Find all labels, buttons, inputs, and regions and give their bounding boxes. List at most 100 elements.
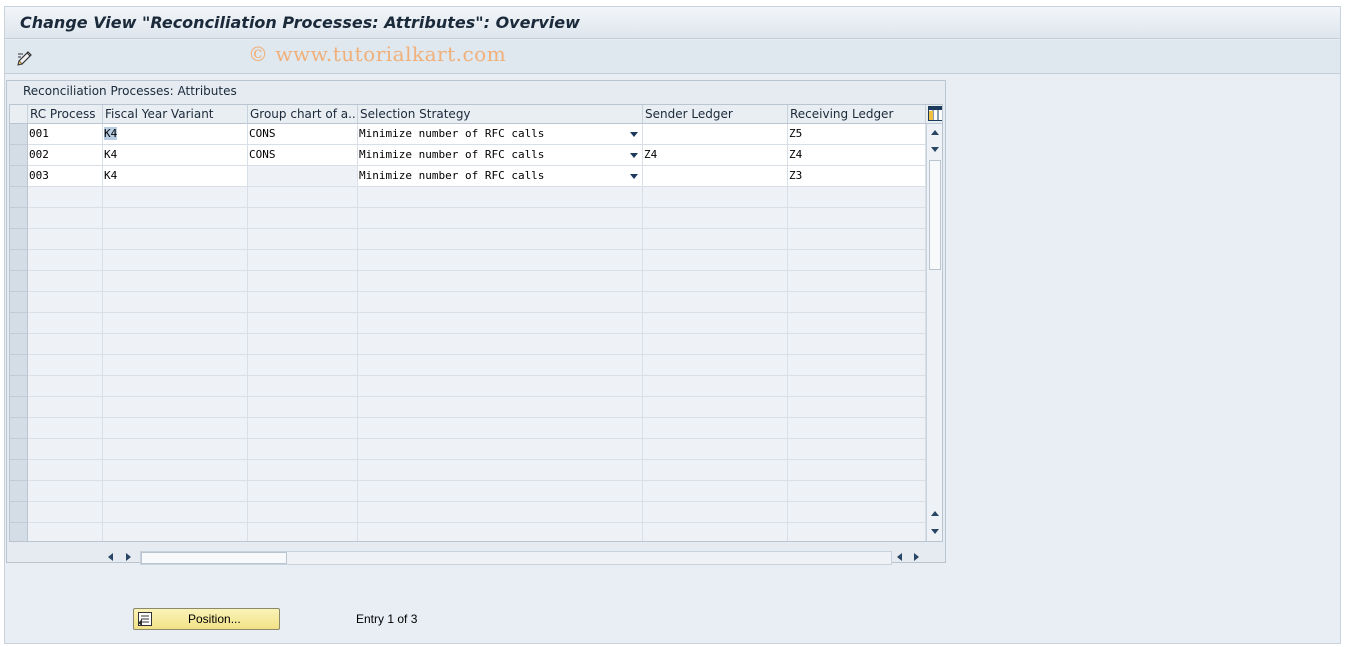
fiscal-year-variant-cell-value: K4 — [104, 127, 118, 140]
rc-process-cell[interactable]: 003 — [28, 166, 103, 187]
table-control-panel: Reconciliation Processes: Attributes RC … — [6, 80, 946, 565]
row-selector[interactable] — [10, 208, 28, 229]
row-selector[interactable] — [10, 502, 28, 523]
rc-process-cell[interactable]: 001 — [28, 124, 103, 145]
row-selector[interactable] — [10, 313, 28, 334]
column-header-rc-process[interactable]: RC Process — [28, 105, 103, 124]
row-selector[interactable] — [10, 229, 28, 250]
horizontal-scroll-thumb[interactable] — [141, 552, 287, 564]
selection-strategy-cell — [358, 376, 643, 397]
rc-process-cell-value: 003 — [29, 169, 49, 182]
column-header-group-chart[interactable]: Group chart of a... — [248, 105, 358, 124]
dropdown-arrow-icon[interactable] — [630, 132, 638, 137]
table-row[interactable]: 003 K4 Minimize number of RFC calls Z3 — [10, 166, 926, 187]
sender-ledger-cell[interactable]: Z4 — [643, 145, 788, 166]
sender-ledger-cell — [643, 376, 788, 397]
row-selector[interactable] — [10, 523, 28, 541]
group-chart-cell[interactable]: CONS — [248, 145, 358, 166]
row-selector[interactable] — [10, 460, 28, 481]
selection-strategy-cell[interactable]: Minimize number of RFC calls — [358, 124, 643, 145]
sender-ledger-cell[interactable] — [643, 166, 788, 187]
row-selector[interactable] — [10, 481, 28, 502]
sender-ledger-cell — [643, 229, 788, 250]
column-scroll-right-icon[interactable] — [126, 553, 131, 561]
selection-strategy-cell-value: Minimize number of RFC calls — [359, 148, 545, 161]
selection-strategy-cell — [358, 439, 643, 460]
table-row[interactable]: 001 K4 CONS Minimize number of RFC calls Z5 — [10, 124, 926, 145]
row-selector[interactable] — [10, 439, 28, 460]
selection-strategy-cell[interactable]: Minimize number of RFC calls — [358, 145, 643, 166]
group-chart-cell — [248, 292, 358, 313]
row-selector[interactable] — [10, 397, 28, 418]
rc-process-cell — [28, 292, 103, 313]
selection-strategy-cell-value: Minimize number of RFC calls — [359, 127, 545, 140]
group-chart-cell[interactable] — [248, 166, 358, 187]
row-selector[interactable] — [10, 418, 28, 439]
rc-process-cell — [28, 229, 103, 250]
receiving-ledger-cell — [788, 187, 926, 208]
rc-process-cell — [28, 439, 103, 460]
rc-process-cell — [28, 250, 103, 271]
scroll-left-end-icon[interactable] — [897, 553, 902, 561]
receiving-ledger-cell-value: Z4 — [789, 148, 803, 161]
sender-ledger-cell[interactable] — [643, 124, 788, 145]
selection-strategy-cell[interactable]: Minimize number of RFC calls — [358, 166, 643, 187]
fiscal-year-variant-cell[interactable]: K4 — [103, 145, 248, 166]
scroll-up-icon[interactable] — [931, 130, 939, 135]
scroll-right-end-icon[interactable] — [914, 553, 919, 561]
receiving-ledger-cell[interactable]: Z4 — [788, 145, 926, 166]
dropdown-arrow-icon[interactable] — [630, 153, 638, 158]
receiving-ledger-cell[interactable]: Z3 — [788, 166, 926, 187]
rc-process-cell[interactable]: 002 — [28, 145, 103, 166]
column-header-receiving-ledger[interactable]: Receiving Ledger — [788, 105, 926, 124]
vertical-scroll-thumb[interactable] — [929, 160, 941, 270]
dropdown-arrow-icon[interactable] — [630, 174, 638, 179]
table-row — [10, 313, 926, 334]
row-selector[interactable] — [10, 145, 28, 166]
fiscal-year-variant-cell — [103, 187, 248, 208]
table-row — [10, 418, 926, 439]
row-selector[interactable] — [10, 292, 28, 313]
rc-process-cell — [28, 313, 103, 334]
rc-process-cell — [28, 460, 103, 481]
column-header-sender-ledger[interactable]: Sender Ledger — [643, 105, 788, 124]
column-header-fiscal-year-variant[interactable]: Fiscal Year Variant — [103, 105, 248, 124]
selection-strategy-cell — [358, 502, 643, 523]
receiving-ledger-cell — [788, 229, 926, 250]
rc-process-cell — [28, 355, 103, 376]
display-change-button[interactable] — [14, 46, 36, 68]
position-button[interactable]: Position... — [133, 608, 280, 630]
group-chart-cell[interactable]: CONS — [248, 124, 358, 145]
horizontal-scrollbar[interactable] — [140, 551, 892, 565]
column-scroll-left-icon[interactable] — [108, 553, 113, 561]
scroll-down-icon[interactable] — [931, 147, 939, 152]
vertical-scrollbar[interactable] — [926, 124, 942, 541]
receiving-ledger-cell[interactable]: Z5 — [788, 124, 926, 145]
page-down-icon[interactable] — [931, 529, 939, 534]
receiving-ledger-cell — [788, 502, 926, 523]
column-header-selection-strategy[interactable]: Selection Strategy — [358, 105, 643, 124]
row-selector[interactable] — [10, 334, 28, 355]
row-selector[interactable] — [10, 271, 28, 292]
sender-ledger-cell — [643, 355, 788, 376]
row-selector[interactable] — [10, 124, 28, 145]
column-config-button[interactable] — [926, 105, 942, 124]
fiscal-year-variant-cell — [103, 460, 248, 481]
row-selector[interactable] — [10, 355, 28, 376]
row-selector[interactable] — [10, 166, 28, 187]
fiscal-year-variant-cell[interactable]: K4 — [103, 166, 248, 187]
select-all-corner[interactable] — [10, 105, 28, 124]
selection-strategy-cell — [358, 523, 643, 541]
fiscal-year-variant-cell[interactable]: K4 — [103, 124, 248, 145]
group-chart-cell — [248, 439, 358, 460]
page-up-icon[interactable] — [931, 511, 939, 516]
row-selector[interactable] — [10, 250, 28, 271]
selection-strategy-cell — [358, 334, 643, 355]
selection-strategy-cell-value: Minimize number of RFC calls — [359, 169, 545, 182]
row-selector[interactable] — [10, 376, 28, 397]
row-selector[interactable] — [10, 187, 28, 208]
group-chart-cell — [248, 250, 358, 271]
group-chart-cell — [248, 481, 358, 502]
receiving-ledger-cell-value: Z3 — [789, 169, 803, 182]
table-row[interactable]: 002 K4 CONS Minimize number of RFC calls Z4 Z… — [10, 145, 926, 166]
